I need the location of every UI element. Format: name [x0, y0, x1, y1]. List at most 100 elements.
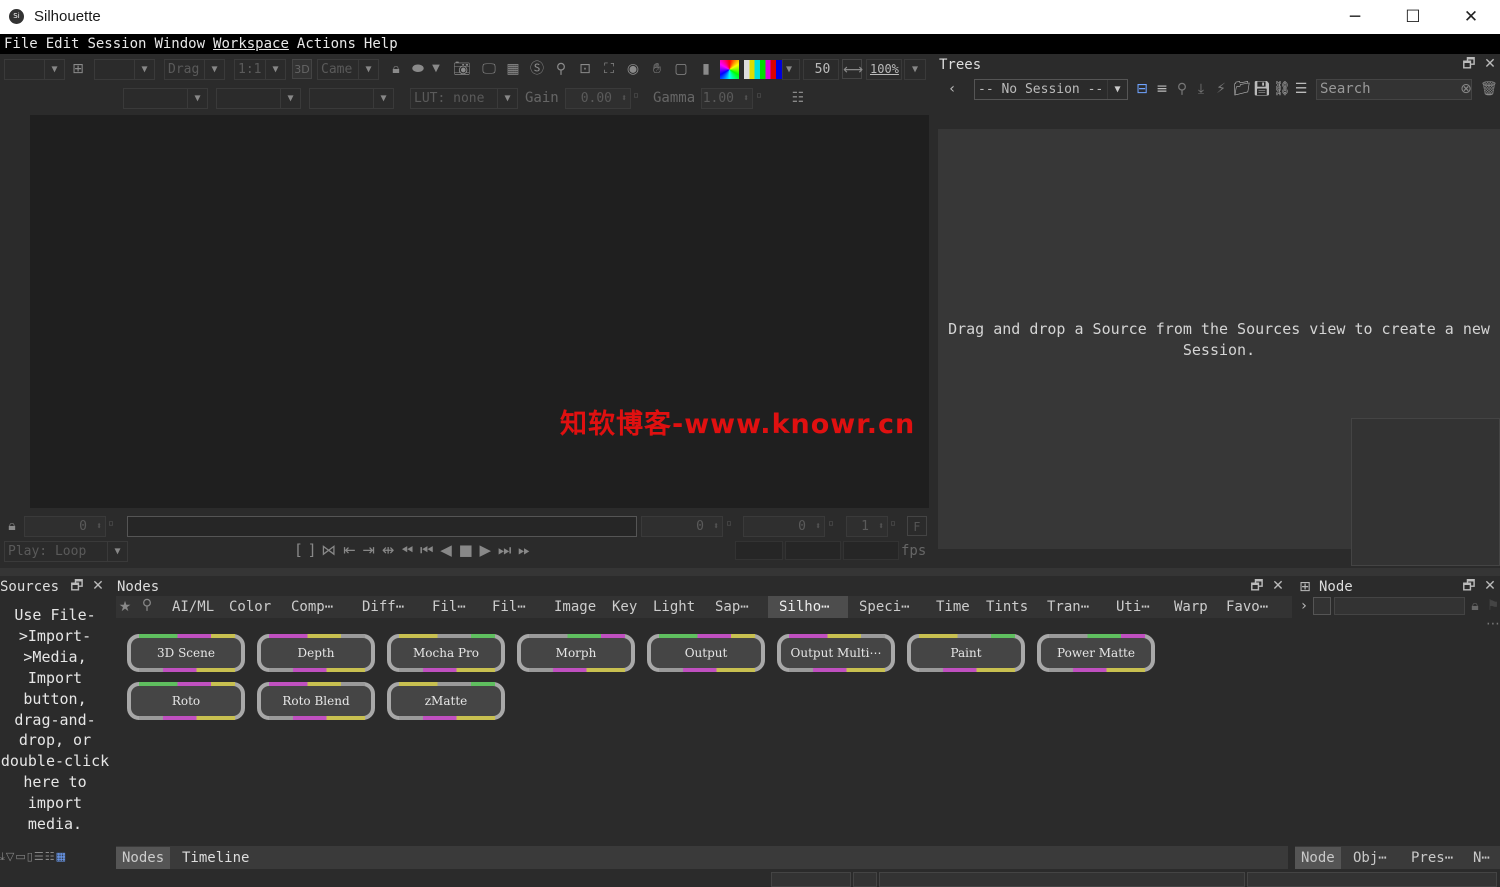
- drag-mode-dropdown[interactable]: Drag ▼: [164, 59, 225, 80]
- add-panel-icon[interactable]: ⊞: [1297, 579, 1313, 595]
- fps-field-3[interactable]: [843, 541, 899, 560]
- lock-icon[interactable]: 🔒︎: [386, 59, 406, 79]
- sources-help-text[interactable]: Use File- >Import- >Media, Import button…: [0, 605, 110, 835]
- list-icon[interactable]: ≡: [1154, 81, 1170, 97]
- pin-icon[interactable]: ⚑: [1485, 598, 1500, 614]
- node-roto-blend[interactable]: Roto Blend: [257, 682, 375, 720]
- close-panel-icon[interactable]: ✕: [90, 578, 106, 594]
- gain-spinner[interactable]: 0.00: [565, 88, 631, 109]
- grid-view-icon[interactable]: ▦: [56, 850, 67, 863]
- node-paint[interactable]: Paint: [907, 634, 1025, 672]
- snapshot-icon[interactable]: 📷︎: [452, 59, 472, 79]
- frame-current-spinner[interactable]: 0: [641, 516, 723, 537]
- fps-field-2[interactable]: [785, 541, 841, 560]
- settings-list-icon[interactable]: ☷: [788, 88, 808, 108]
- maximize-button[interactable]: ☐: [1384, 0, 1442, 34]
- menu-edit[interactable]: Edit: [46, 36, 80, 52]
- frame-out-spinner[interactable]: 0: [743, 516, 825, 537]
- menu-help[interactable]: Help: [364, 36, 398, 52]
- node-depth[interactable]: Depth: [257, 634, 375, 672]
- tab-timeline[interactable]: Timeline: [176, 847, 255, 869]
- tab-notes[interactable]: N⋯: [1471, 847, 1492, 869]
- channel-dropdown[interactable]: ▼: [94, 59, 155, 80]
- tab-presets[interactable]: Pres⋯: [1405, 847, 1459, 869]
- node-power-matte[interactable]: Power Matte: [1037, 634, 1155, 672]
- chevron-right-icon[interactable]: ›: [1296, 598, 1312, 614]
- range-icon[interactable]: ⇹: [382, 541, 396, 559]
- viewer-canvas[interactable]: [30, 115, 929, 508]
- chevron-down-icon[interactable]: ▼: [426, 59, 446, 79]
- lut-dropdown[interactable]: LUT: none ▼: [410, 88, 518, 109]
- 3d-toggle[interactable]: 3D: [292, 59, 312, 79]
- clear-search-icon[interactable]: ⊗: [1458, 81, 1474, 97]
- tab-node[interactable]: Node: [1295, 847, 1341, 869]
- step-spinner[interactable]: 1: [846, 516, 888, 537]
- node-color-swatch[interactable]: [1313, 597, 1331, 615]
- mask-icon[interactable]: ▢: [671, 59, 691, 79]
- compare-dropdown[interactable]: ▼: [216, 88, 301, 109]
- filter-icon[interactable]: ▽: [6, 850, 15, 863]
- step-forward-icon[interactable]: ⏭︎: [498, 541, 513, 559]
- wipe-dropdown[interactable]: ▼: [309, 88, 394, 109]
- add-view-icon[interactable]: ⊞: [68, 59, 88, 79]
- time-slider[interactable]: [127, 516, 637, 537]
- folder-icon[interactable]: 📁︎: [1233, 81, 1251, 97]
- layer-dropdown[interactable]: ▼: [123, 88, 208, 109]
- node-mocha-pro[interactable]: Mocha Pro: [387, 634, 505, 672]
- rewind-icon[interactable]: ⏪︎: [401, 541, 414, 559]
- import-icon[interactable]: ⤓: [1193, 81, 1209, 97]
- overlay-icon[interactable]: ⬬: [408, 59, 428, 79]
- slider-icon[interactable]: ▯: [27, 850, 34, 863]
- stop-icon[interactable]: ■: [459, 541, 474, 559]
- reset-icon[interactable]: ▫: [756, 90, 762, 101]
- play-mode-dropdown[interactable]: Play: Loop ▼: [4, 541, 128, 562]
- node-zmatte[interactable]: zMatte: [387, 682, 505, 720]
- region-icon[interactable]: ⊡: [575, 59, 595, 79]
- close-panel-icon[interactable]: ✕: [1482, 578, 1498, 594]
- save-icon[interactable]: 💾︎: [1253, 81, 1271, 97]
- step-back-icon[interactable]: ⏮︎: [420, 541, 435, 559]
- color-picker-icon[interactable]: [720, 60, 739, 79]
- splitter[interactable]: [0, 568, 1500, 576]
- list-view-icon[interactable]: ☰: [34, 850, 45, 863]
- zoom-icon[interactable]: ⚲: [551, 59, 571, 79]
- node-output[interactable]: Output: [647, 634, 765, 672]
- flash-icon[interactable]: ⚡︎: [1213, 81, 1229, 97]
- chevron-down-icon[interactable]: ▼: [782, 59, 800, 80]
- session-dropdown[interactable]: -- No Session -- ▼: [974, 79, 1128, 100]
- more-icon[interactable]: ⋯: [1485, 616, 1500, 632]
- node-roto[interactable]: Roto: [127, 682, 245, 720]
- link-icon[interactable]: ⛓: [1273, 81, 1291, 97]
- zoom-dropdown[interactable]: ▼: [904, 59, 926, 80]
- chevron-left-icon[interactable]: ‹: [944, 81, 960, 97]
- menu-actions[interactable]: Actions: [297, 36, 356, 52]
- node-3d-scene[interactable]: 3D Scene: [127, 634, 245, 672]
- zoom-ratio-dropdown[interactable]: 1:1 ▼: [234, 59, 286, 80]
- mark-out-icon[interactable]: ]: [309, 541, 316, 559]
- reset-icon[interactable]: ▫: [726, 518, 732, 529]
- page-icon[interactable]: ▮: [696, 59, 716, 79]
- menu-window[interactable]: Window: [154, 36, 205, 52]
- play-icon[interactable]: ▶: [480, 541, 493, 559]
- close-button[interactable]: ✕: [1442, 0, 1500, 34]
- gamma-spinner[interactable]: 1.00: [701, 88, 753, 109]
- hand-icon[interactable]: ✋︎: [647, 59, 667, 79]
- float-panel-icon[interactable]: 🗗: [69, 578, 85, 594]
- minimize-button[interactable]: ─: [1326, 0, 1384, 34]
- mark-in-icon[interactable]: [: [296, 541, 303, 559]
- reset-icon[interactable]: ▫: [890, 518, 896, 529]
- tree-view-icon[interactable]: ⊟: [1134, 81, 1150, 97]
- clear-marks-icon[interactable]: ⋈: [321, 541, 337, 559]
- detail-view-icon[interactable]: ☷: [45, 850, 56, 863]
- view-mode-dropdown[interactable]: ▼: [4, 59, 65, 80]
- node-output-multi[interactable]: Output Multi⋯: [777, 634, 895, 672]
- float-panel-icon[interactable]: 🗗: [1461, 578, 1477, 594]
- search-input[interactable]: Search: [1316, 79, 1472, 100]
- monitor-icon[interactable]: 🖵: [479, 59, 499, 79]
- fit-icon[interactable]: ⛶: [599, 59, 619, 79]
- tab-objects[interactable]: Obj⋯: [1347, 847, 1393, 869]
- zoom-percent-field[interactable]: 100%: [866, 59, 902, 80]
- prev-key-icon[interactable]: ⇤: [343, 541, 357, 559]
- menu-session[interactable]: Session: [87, 36, 146, 52]
- close-panel-icon[interactable]: ✕: [1482, 56, 1498, 72]
